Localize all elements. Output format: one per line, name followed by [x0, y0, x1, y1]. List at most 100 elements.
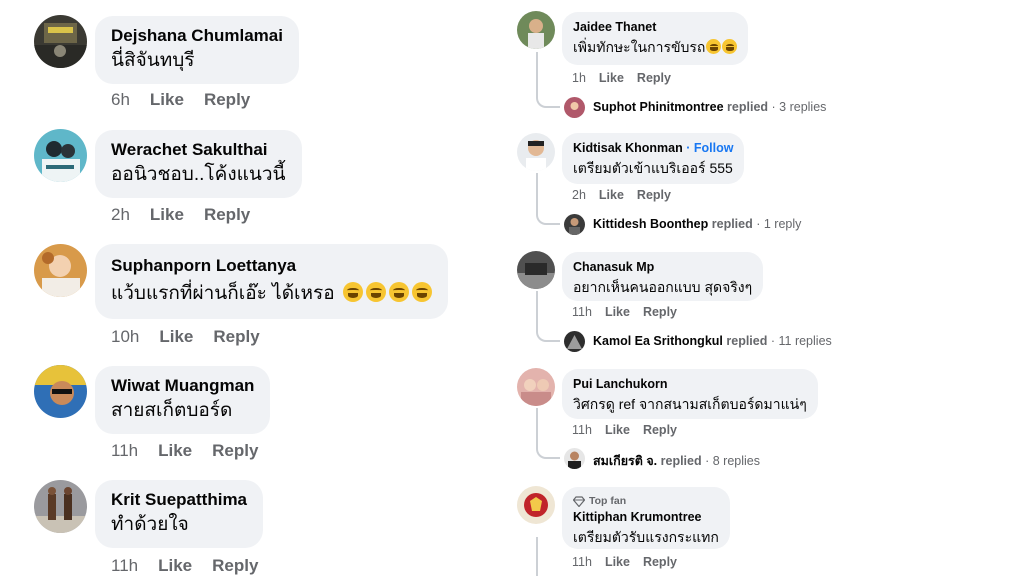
comment-actions: 11h Like Reply [572, 555, 690, 569]
comment-actions: 11h Like Reply [111, 441, 278, 461]
commenter-name[interactable]: Kittiphan Krumontree [573, 508, 719, 526]
reply-thread-line [536, 408, 560, 459]
commenter-name[interactable]: Suphanporn Loettanya [111, 255, 432, 277]
avatar[interactable] [517, 486, 555, 524]
reply-thread-line [536, 537, 538, 576]
reply-button[interactable]: Reply [643, 423, 677, 437]
top-fan-badge[interactable]: Top fan [573, 494, 719, 508]
comment-bubble: Kidtisak Khonman · Follow เตรียมตัวเข้าแ… [562, 133, 745, 184]
comment-text: เตรียมตัวเข้าแบริเออร์ 555 [573, 160, 733, 176]
comment-time[interactable]: 1h [572, 71, 586, 85]
commenter-name[interactable]: Krit Suepatthima [111, 489, 247, 511]
replier-avatar [564, 331, 585, 352]
comment-bubble: Werachet Sakulthai ออนิวชอบ..โค้งแนวนี้ [95, 130, 302, 198]
avatar[interactable] [34, 129, 87, 182]
commenter-name[interactable]: Pui Lanchukorn [573, 375, 807, 393]
comment-time[interactable]: 2h [572, 188, 586, 202]
comment-text: เพิ่มทักษะในการขับรถ [573, 36, 738, 58]
avatar[interactable] [34, 15, 87, 68]
comment-bubble: Suphanporn Loettanya แว้บแรกที่ผ่านก็เอ๊… [95, 244, 448, 319]
like-button[interactable]: Like [158, 556, 192, 575]
rofl-emoji-icon [342, 282, 363, 302]
replies-summary: Kamol Ea Srithongkul replied · 11 replie… [593, 334, 832, 348]
replied-word: replied [726, 334, 768, 348]
like-button[interactable]: Like [158, 441, 192, 460]
grin-emoji-icon [722, 39, 738, 54]
replied-word: replied [711, 217, 753, 231]
reply-button[interactable]: Reply [643, 555, 677, 569]
commenter-name[interactable]: Chanasuk Mp [573, 258, 752, 276]
like-button[interactable]: Like [605, 423, 630, 437]
reply-thread-line [536, 52, 560, 108]
comment-time[interactable]: 11h [572, 423, 592, 437]
replier-avatar [564, 97, 585, 118]
replies-summary: สมเกียรติ จ. replied · 8 replies [593, 451, 760, 471]
comment-time[interactable]: 2h [111, 205, 130, 224]
rofl-emoji-icon [411, 282, 432, 302]
replier-name: Suphot Phinitmontree [593, 100, 724, 114]
grin-emoji-group [705, 39, 738, 55]
replies-summary: Kittidesh Boonthep replied · 1 reply [593, 217, 801, 231]
commenter-name[interactable]: Kidtisak Khonman · Follow [573, 139, 733, 157]
replier-name: Kamol Ea Srithongkul [593, 334, 723, 348]
comment-time[interactable]: 11h [111, 441, 138, 460]
commenter-name[interactable]: Dejshana Chumlamai [111, 25, 283, 47]
follow-button[interactable]: · Follow [686, 141, 733, 155]
comment-actions: 2h Like Reply [111, 205, 270, 225]
reply-thread-line [536, 173, 560, 225]
comment-actions: 6h Like Reply [111, 90, 270, 110]
reply-button[interactable]: Reply [643, 305, 677, 319]
commenter-name[interactable]: Jaidee Thanet [573, 18, 737, 36]
comment-time[interactable]: 11h [572, 305, 592, 319]
like-button[interactable]: Like [605, 305, 630, 319]
reply-button[interactable]: Reply [212, 556, 258, 575]
comment-bubble: Dejshana Chumlamai นี่สิจันทบุรี [95, 16, 299, 84]
like-button[interactable]: Like [150, 90, 184, 109]
comment-text-body: เพิ่มทักษะในการขับรถ [573, 39, 706, 55]
diamond-badge-icon [573, 495, 585, 507]
top-fan-label: Top fan [589, 495, 627, 507]
comment-text: แว้บแรกที่ผ่านก็เอ๊ะ ได้เหรอ [111, 280, 432, 308]
comment-bubble: Chanasuk Mp อยากเห็นคนออกแบบ สุดจริงๆ [562, 252, 764, 301]
reply-button[interactable]: Reply [213, 327, 259, 346]
comment-actions: 2h Like Reply [572, 188, 684, 202]
comment-text: วิศกรดู ref จากสนามสเก็ตบอร์ดมาแน่ๆ [573, 396, 807, 412]
avatar[interactable] [34, 365, 87, 418]
reply-button[interactable]: Reply [204, 205, 250, 224]
avatar[interactable] [517, 251, 555, 289]
avatar[interactable] [34, 480, 87, 533]
reply-button[interactable]: Reply [637, 188, 671, 202]
comment-time[interactable]: 11h [572, 555, 592, 569]
comment-bubble: Wiwat Muangman สายสเก็ตบอร์ด [95, 366, 271, 434]
avatar[interactable] [517, 133, 555, 171]
commenter-name[interactable]: Wiwat Muangman [111, 375, 254, 397]
commenter-name[interactable]: Werachet Sakulthai [111, 139, 286, 161]
reply-button[interactable]: Reply [637, 71, 671, 85]
like-button[interactable]: Like [599, 188, 624, 202]
reply-count: · 8 replies [705, 454, 760, 468]
comment-text: เตรียมตัวรับแรงกระแทก [573, 529, 719, 545]
avatar[interactable] [34, 244, 87, 297]
reply-button[interactable]: Reply [212, 441, 258, 460]
comment-actions: 11h Like Reply [572, 305, 690, 319]
replier-avatar [564, 448, 585, 469]
reply-count: · 11 replies [770, 334, 832, 348]
like-button[interactable]: Like [599, 71, 624, 85]
comment-time[interactable]: 6h [111, 90, 130, 109]
like-button[interactable]: Like [159, 327, 193, 346]
comment-text: อยากเห็นคนออกแบบ สุดจริงๆ [573, 279, 753, 295]
comment-actions: 1h Like Reply [572, 71, 684, 85]
like-button[interactable]: Like [150, 205, 184, 224]
comment-time[interactable]: 10h [111, 327, 139, 346]
comment-bubble: Top fan Kittiphan Krumontree เตรียมตัวรั… [562, 487, 730, 549]
rofl-emoji-icon [365, 282, 386, 302]
avatar[interactable] [517, 11, 555, 49]
comment-time[interactable]: 11h [111, 556, 138, 575]
comment-text: สายสเก็ตบอร์ด [111, 400, 233, 421]
comment-text: ทำด้วยใจ [111, 514, 189, 535]
reply-button[interactable]: Reply [204, 90, 250, 109]
grin-emoji-icon [706, 39, 722, 54]
like-button[interactable]: Like [605, 555, 630, 569]
avatar[interactable] [517, 368, 555, 406]
replied-word: replied [727, 100, 769, 114]
